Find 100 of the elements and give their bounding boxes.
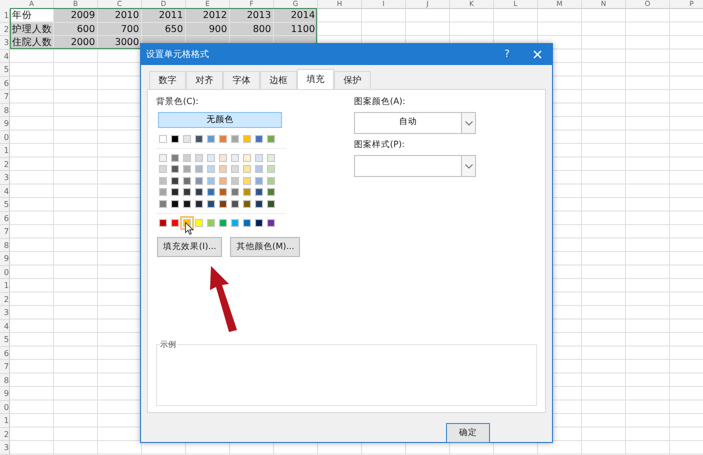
- color-swatch[interactable]: [207, 200, 215, 208]
- pattern-color-dropdown[interactable]: 自动: [354, 112, 476, 134]
- tab[interactable]: 边框: [260, 71, 297, 89]
- color-swatch[interactable]: [243, 218, 251, 226]
- fill-effects-button[interactable]: 填充效果(I)...: [157, 236, 222, 256]
- row-number[interactable]: 3: [0, 171, 10, 184]
- help-button[interactable]: ?: [492, 44, 522, 65]
- color-swatch[interactable]: [171, 176, 179, 185]
- color-swatch[interactable]: [243, 200, 251, 208]
- row-number[interactable]: 5: [0, 63, 10, 76]
- row-number[interactable]: 6: [0, 346, 10, 360]
- color-swatch[interactable]: [195, 200, 203, 208]
- color-swatch[interactable]: [267, 188, 275, 196]
- color-swatch[interactable]: [219, 188, 227, 196]
- row-number[interactable]: 9: [0, 387, 10, 400]
- color-swatch[interactable]: [243, 165, 251, 174]
- row-number[interactable]: 6: [0, 76, 10, 90]
- color-swatch[interactable]: [183, 165, 191, 174]
- row-number[interactable]: 2: [0, 292, 10, 306]
- row-number[interactable]: 7: [0, 225, 10, 238]
- color-swatch[interactable]: [255, 165, 263, 174]
- color-swatch[interactable]: [183, 188, 191, 196]
- row-number[interactable]: 2: [0, 158, 10, 171]
- row-number[interactable]: 8: [0, 374, 10, 387]
- color-swatch[interactable]: [243, 176, 251, 185]
- color-swatch[interactable]: [267, 218, 275, 226]
- color-swatch[interactable]: [159, 154, 167, 162]
- tab[interactable]: 填充: [297, 69, 334, 89]
- color-swatch[interactable]: [195, 135, 203, 143]
- row-number[interactable]: 1: [0, 279, 10, 292]
- color-swatch[interactable]: [195, 176, 203, 185]
- color-swatch[interactable]: [219, 200, 227, 208]
- color-swatch[interactable]: [195, 188, 203, 196]
- color-swatch[interactable]: [267, 200, 275, 208]
- color-swatch[interactable]: [171, 165, 179, 174]
- color-swatch[interactable]: [207, 188, 215, 196]
- color-swatch[interactable]: [255, 200, 263, 208]
- color-swatch[interactable]: [183, 200, 191, 208]
- row-number[interactable]: 9: [0, 252, 10, 266]
- color-swatch[interactable]: [255, 218, 263, 226]
- color-swatch[interactable]: [267, 176, 275, 185]
- color-swatch[interactable]: [219, 135, 227, 143]
- color-swatch[interactable]: [207, 165, 215, 174]
- color-swatch[interactable]: [243, 188, 251, 196]
- row-number[interactable]: 4: [0, 184, 10, 198]
- color-swatch[interactable]: [171, 188, 179, 196]
- color-swatch[interactable]: [183, 135, 191, 143]
- row-number[interactable]: 1: [0, 414, 10, 428]
- row-number[interactable]: 8: [0, 238, 10, 252]
- row-number[interactable]: 2: [0, 22, 10, 36]
- color-swatch[interactable]: [255, 176, 263, 185]
- color-swatch[interactable]: [183, 176, 191, 185]
- row-number[interactable]: 7: [0, 90, 10, 104]
- color-swatch[interactable]: [207, 135, 215, 143]
- row-number[interactable]: 3: [0, 441, 10, 454]
- color-swatch[interactable]: [171, 135, 179, 143]
- row-number[interactable]: 9: [0, 117, 10, 130]
- color-swatch[interactable]: [159, 165, 167, 174]
- color-swatch[interactable]: [219, 218, 227, 226]
- row-number[interactable]: 2: [0, 428, 10, 441]
- row-number[interactable]: 4: [0, 50, 10, 63]
- color-swatch[interactable]: [231, 218, 239, 226]
- color-swatch[interactable]: [159, 200, 167, 208]
- row-number[interactable]: 5: [0, 333, 10, 346]
- color-swatch[interactable]: [171, 154, 179, 162]
- color-swatch[interactable]: [207, 176, 215, 185]
- color-swatch[interactable]: [267, 154, 275, 162]
- color-swatch[interactable]: [267, 135, 275, 143]
- pattern-style-dropdown[interactable]: [354, 155, 476, 177]
- color-swatch[interactable]: [231, 154, 239, 162]
- row-number[interactable]: 1: [0, 144, 10, 158]
- color-swatch[interactable]: [267, 165, 275, 174]
- row-number[interactable]: 0: [0, 400, 10, 414]
- tab[interactable]: 数字: [149, 71, 186, 89]
- row-number[interactable]: 4: [0, 320, 10, 333]
- color-swatch[interactable]: [183, 154, 191, 162]
- color-swatch[interactable]: [195, 165, 203, 174]
- color-swatch[interactable]: [219, 165, 227, 174]
- color-swatch[interactable]: [195, 154, 203, 162]
- color-swatch[interactable]: [231, 135, 239, 143]
- row-number[interactable]: 6: [0, 212, 10, 225]
- color-swatch[interactable]: [255, 135, 263, 143]
- color-swatch[interactable]: [255, 154, 263, 162]
- no-color-button[interactable]: 无颜色: [158, 112, 282, 128]
- tab[interactable]: 字体: [223, 71, 260, 89]
- color-swatch[interactable]: [207, 218, 215, 226]
- more-colors-button[interactable]: 其他颜色(M)...: [230, 236, 300, 256]
- color-swatch[interactable]: [159, 188, 167, 196]
- ok-button[interactable]: 确定: [446, 423, 490, 443]
- tab[interactable]: 对齐: [186, 71, 223, 89]
- color-swatch[interactable]: [231, 165, 239, 174]
- color-swatch[interactable]: [159, 218, 167, 226]
- color-swatch[interactable]: [231, 176, 239, 185]
- color-swatch[interactable]: [171, 218, 179, 226]
- row-number[interactable]: 8: [0, 104, 10, 117]
- color-swatch[interactable]: [243, 154, 251, 162]
- color-swatch[interactable]: [219, 154, 227, 162]
- row-number[interactable]: 0: [0, 130, 10, 144]
- color-swatch[interactable]: [207, 154, 215, 162]
- color-swatch[interactable]: [159, 135, 167, 143]
